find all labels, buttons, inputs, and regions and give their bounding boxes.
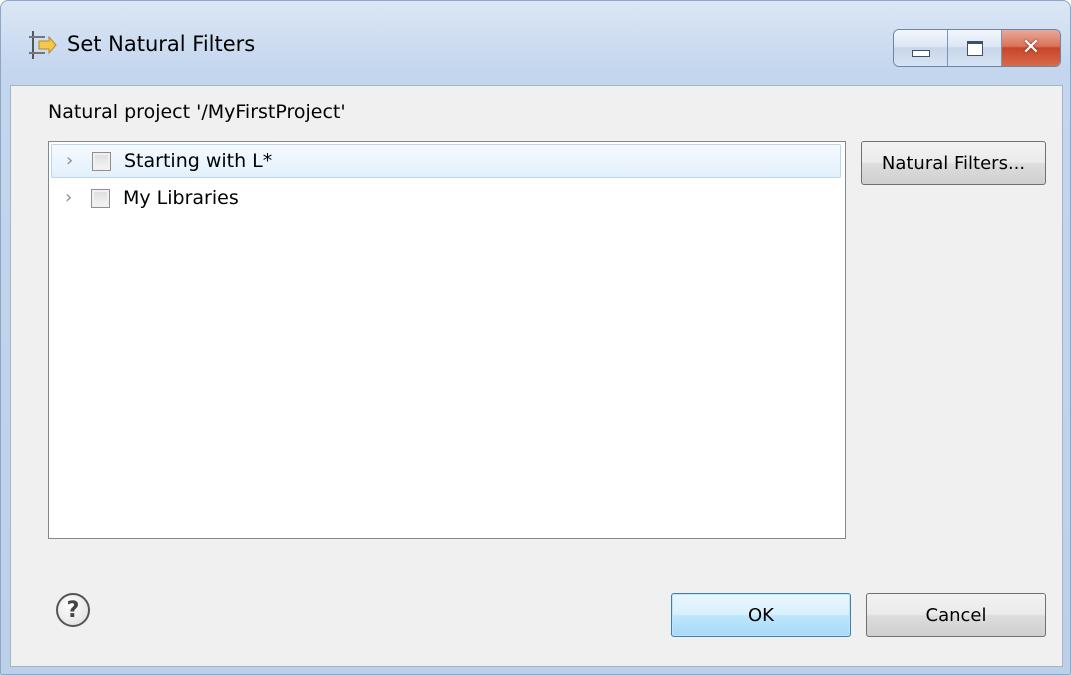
tree-item-checkbox[interactable]: [91, 188, 110, 208]
tree-item[interactable]: › Starting with L*: [51, 144, 841, 178]
minimize-button[interactable]: [894, 30, 948, 66]
project-label: Natural project '/MyFirstProject': [48, 101, 346, 123]
expand-chevron-icon[interactable]: ›: [66, 152, 80, 170]
tree-item-label: My Libraries: [123, 187, 239, 209]
title-bar[interactable]: Set Natural Filters ✕: [1, 1, 1070, 85]
tree-item-checkbox[interactable]: [92, 151, 111, 171]
maximize-button[interactable]: [948, 30, 1002, 66]
expand-chevron-icon[interactable]: ›: [65, 189, 79, 207]
minimize-icon: [911, 49, 930, 57]
help-icon[interactable]: ?: [56, 593, 90, 627]
caption-buttons: ✕: [893, 29, 1061, 67]
close-button[interactable]: ✕: [1002, 30, 1060, 66]
dialog-body: Natural project '/MyFirstProject' › Star…: [10, 85, 1063, 667]
window-title: Set Natural Filters: [67, 32, 256, 56]
dialog-window: Set Natural Filters ✕ Natural project '/…: [0, 0, 1071, 675]
maximize-icon: [966, 40, 983, 56]
natural-filters-button[interactable]: Natural Filters...: [861, 141, 1046, 185]
cancel-button[interactable]: Cancel: [866, 593, 1046, 637]
tree-item[interactable]: › My Libraries: [51, 181, 841, 215]
filter-arrows-icon: [29, 31, 57, 59]
filter-tree[interactable]: › Starting with L* › My Libraries: [48, 141, 846, 539]
tree-item-label: Starting with L*: [124, 150, 273, 172]
close-icon: ✕: [1021, 35, 1041, 60]
ok-button[interactable]: OK: [671, 593, 851, 637]
